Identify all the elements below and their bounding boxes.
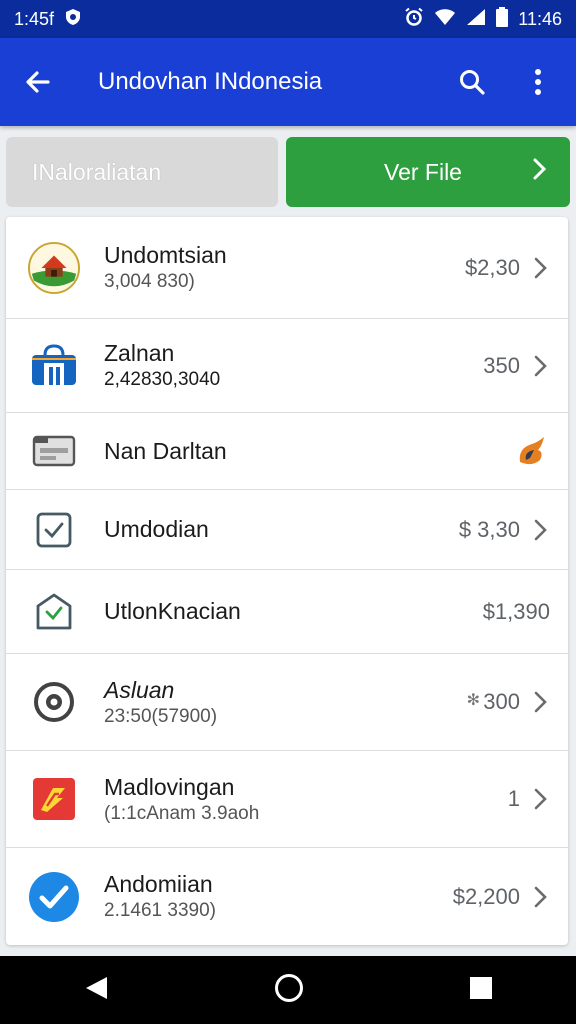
list-item[interactable]: Undomtsian 3,004 830) $2,30 <box>6 217 568 319</box>
chevron-right-icon <box>532 157 548 187</box>
item-subtitle: (1:1cAnam 3.9aoh <box>104 802 260 824</box>
brand-app-icon <box>28 773 80 825</box>
battery-icon <box>496 6 509 32</box>
item-value: 300 <box>483 689 520 714</box>
item-subtitle: 2,42830,3040 <box>104 369 221 390</box>
house-badge-icon <box>28 241 80 294</box>
list-item[interactable]: Umdodian $ 3,30 <box>6 490 568 570</box>
item-subtitle: 2.1461 3390) <box>104 900 216 921</box>
list-item[interactable]: UtlonKnacian $1,390 <box>6 570 568 654</box>
item-title: UtlonKnacian <box>104 598 241 624</box>
item-title: Nan Darltan <box>104 437 227 464</box>
chevron-right-icon <box>532 885 550 909</box>
search-icon[interactable] <box>452 62 492 102</box>
item-title: Asluan <box>104 676 175 703</box>
nav-home-icon[interactable] <box>274 973 304 1008</box>
sparkle-icon: ✻ <box>466 692 480 709</box>
item-title: Undomtsian <box>104 242 227 268</box>
app-bar: Undovhan INdonesia <box>0 38 576 126</box>
item-value: $1,390 <box>482 598 550 624</box>
system-nav-bar <box>0 956 576 1024</box>
chevron-right-icon <box>532 690 550 714</box>
status-time-right: 11:46 <box>518 8 562 29</box>
back-arrow-icon[interactable] <box>18 62 58 102</box>
chevron-right-icon <box>532 518 550 542</box>
item-value: 1 <box>507 786 520 811</box>
more-vert-icon[interactable] <box>518 62 558 102</box>
list-item[interactable]: Nan Darltan <box>6 413 568 490</box>
nav-recents-icon[interactable] <box>469 976 493 1005</box>
page-title: Undovhan INdonesia <box>98 68 323 95</box>
item-title: Zalnan <box>104 340 175 366</box>
item-value: 350 <box>483 352 520 378</box>
item-title: Andomiian <box>104 871 213 897</box>
tab-inaloraliatan[interactable]: INaloraliatan <box>6 137 278 207</box>
chevron-right-icon <box>532 256 550 280</box>
item-value: $2,200 <box>452 883 520 909</box>
list-item[interactable]: Andomiian 2.1461 3390) $2,200 <box>6 848 568 945</box>
alarm-icon <box>404 7 424 32</box>
tab-ver-file[interactable]: Ver File <box>286 137 570 207</box>
item-subtitle: 3,004 830) <box>104 271 195 292</box>
status-time-left: 1:45f <box>14 8 55 29</box>
settings-ring-icon <box>28 676 80 728</box>
check-circle-icon <box>28 871 80 923</box>
item-subtitle: 23:50(57900) <box>104 705 218 727</box>
list-item[interactable]: Asluan 23:50(57900) ✻ 300 <box>6 654 568 751</box>
shopping-bag-icon <box>28 340 80 392</box>
item-list: Undomtsian 3,004 830) $2,30 Zalnan 2,428… <box>6 217 568 945</box>
chevron-right-icon <box>532 787 550 811</box>
tab-bar: INaloraliatan Ver File <box>6 137 570 209</box>
checkbox-icon <box>28 504 80 556</box>
item-value: $2,30 <box>464 254 520 280</box>
item-title: Umdodian <box>104 516 209 542</box>
card-reader-icon <box>28 425 80 477</box>
item-value: $ 3,30 <box>458 516 520 542</box>
shield-check-icon <box>28 586 80 638</box>
list-item[interactable]: Madlovingan (1:1cAnam 3.9aoh 1 <box>6 751 568 848</box>
signal-icon <box>466 8 486 31</box>
tab-inactive-label: INaloraliatan <box>32 158 162 185</box>
shield-icon <box>64 8 82 31</box>
chevron-right-icon <box>532 354 550 378</box>
status-bar: 1:45f 11:46 <box>0 0 576 38</box>
flame-icon <box>514 434 548 468</box>
nav-back-icon[interactable] <box>83 975 109 1006</box>
item-title: Madlovingan <box>104 773 235 800</box>
tab-active-label: Ver File <box>384 158 462 185</box>
wifi-icon <box>434 8 456 31</box>
list-item[interactable]: Zalnan 2,42830,3040 350 <box>6 319 568 413</box>
